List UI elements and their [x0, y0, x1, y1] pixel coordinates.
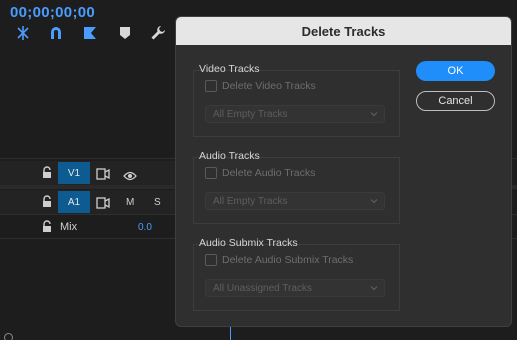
delete-video-tracks-label: Delete Video Tracks [222, 80, 316, 92]
sync-lock-icon[interactable] [96, 167, 110, 185]
dialog-title: Delete Tracks [301, 23, 386, 39]
cancel-button[interactable]: Cancel [416, 91, 495, 111]
mix-label: Mix [60, 221, 78, 233]
audio-tracks-label: Audio Tracks [199, 150, 260, 162]
add-marker-icon[interactable] [81, 24, 99, 42]
timecode-display[interactable]: 00;00;00;00 [10, 4, 95, 21]
snap-icon[interactable] [14, 24, 32, 42]
audio-submix-tracks-select[interactable]: All Unassigned Tracks [205, 279, 385, 297]
delete-audio-submix-tracks-checkbox[interactable] [205, 254, 217, 266]
audio-tracks-select-value: All Empty Tracks [213, 195, 288, 207]
delete-audio-tracks-option[interactable]: Delete Audio Tracks [205, 167, 315, 179]
sync-lock-icon[interactable] [96, 196, 110, 214]
mute-button[interactable]: M [126, 197, 134, 208]
lock-icon[interactable] [41, 166, 53, 180]
track-row-v1: V1 [0, 161, 175, 185]
zoom-slider-handle[interactable] [4, 333, 13, 340]
delete-audio-submix-tracks-option[interactable]: Delete Audio Submix Tracks [205, 254, 353, 266]
delete-audio-submix-tracks-label: Delete Audio Submix Tracks [222, 254, 354, 266]
chevron-down-icon [370, 286, 378, 291]
delete-audio-tracks-label: Delete Audio Tracks [222, 167, 316, 179]
audio-submix-tracks-label: Audio Submix Tracks [199, 237, 298, 249]
video-tracks-label: Video Tracks [199, 63, 260, 75]
video-tracks-select[interactable]: All Empty Tracks [205, 105, 385, 123]
dialog-title-bar[interactable]: Delete Tracks [176, 17, 511, 45]
solo-button[interactable]: S [154, 197, 161, 208]
ok-button[interactable]: OK [416, 61, 495, 81]
wrench-icon[interactable] [149, 24, 167, 42]
audio-submix-tracks-select-value: All Unassigned Tracks [213, 282, 312, 294]
audio-tracks-select[interactable]: All Empty Tracks [205, 192, 385, 210]
track-target-v1[interactable]: V1 [58, 162, 90, 184]
mix-volume-value[interactable]: 0.0 [138, 222, 152, 233]
delete-video-tracks-checkbox[interactable] [205, 80, 217, 92]
chevron-down-icon [370, 112, 378, 117]
delete-video-tracks-option[interactable]: Delete Video Tracks [205, 80, 316, 92]
delete-tracks-dialog: Delete Tracks Video Tracks Delete Video … [175, 16, 512, 327]
chevron-down-icon [370, 199, 378, 204]
video-tracks-select-value: All Empty Tracks [213, 108, 288, 120]
eye-icon[interactable] [123, 168, 137, 186]
marker-icon[interactable] [116, 24, 134, 42]
linked-selection-icon[interactable] [47, 24, 65, 42]
delete-audio-tracks-checkbox[interactable] [205, 167, 217, 179]
track-target-a1[interactable]: A1 [58, 191, 90, 213]
lock-icon[interactable] [41, 220, 53, 234]
lock-icon[interactable] [41, 195, 53, 209]
playhead-line[interactable] [230, 326, 231, 340]
track-row-a1: A1 M S [0, 190, 175, 214]
